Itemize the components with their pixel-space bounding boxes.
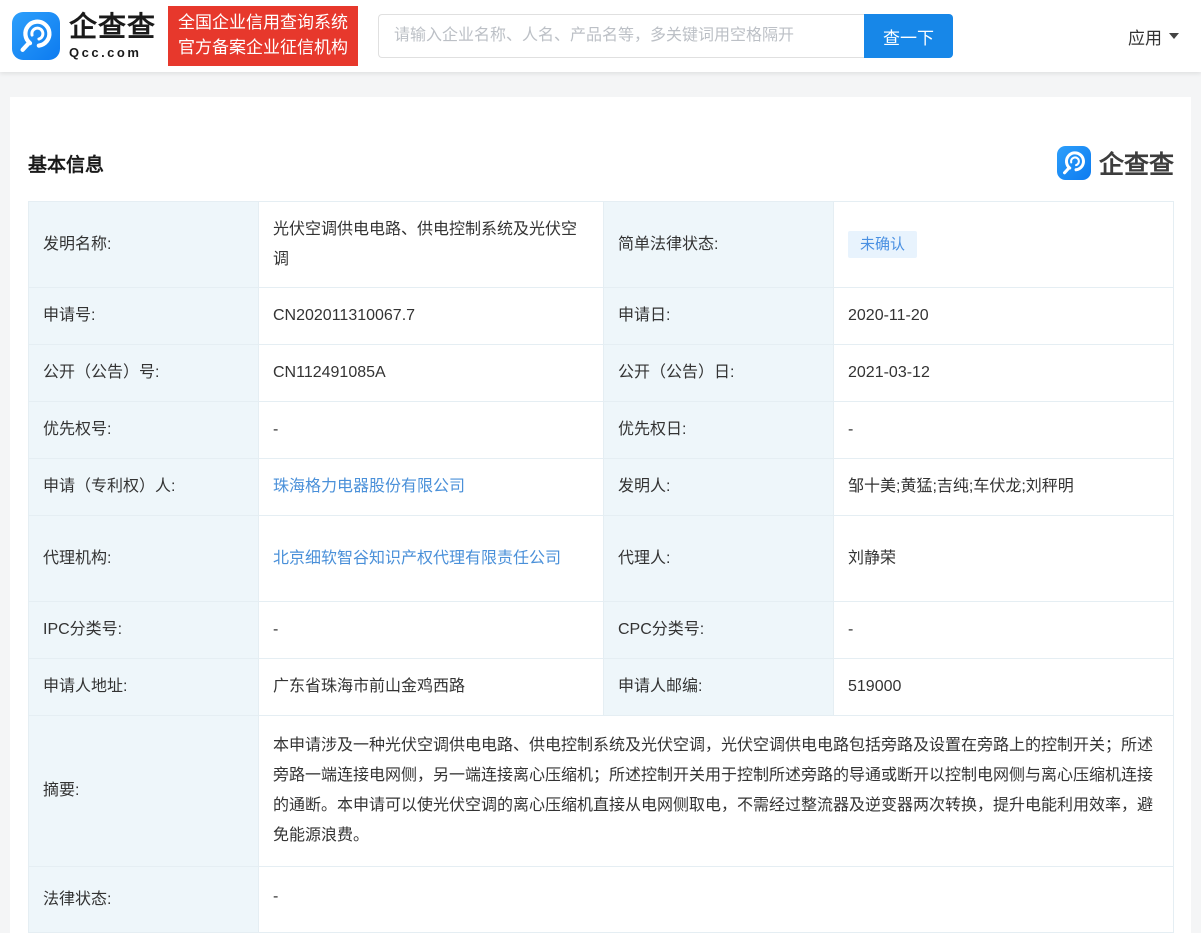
row-legal-status: 法律状态: -: [29, 867, 1174, 933]
brand-domain: Qcc.com: [69, 45, 156, 60]
row-priority: 优先权号: - 优先权日: -: [29, 402, 1174, 459]
field-value-inventors: 邹十美;黄猛;吉纯;车伏龙;刘秤明: [834, 459, 1174, 516]
status-badge: 未确认: [848, 231, 917, 258]
field-label-application-date: 申请日:: [604, 288, 834, 345]
search-button[interactable]: 查一下: [864, 14, 953, 58]
row-invention-name: 发明名称: 光伏空调供电电路、供电控制系统及光伏空调 简单法律状态: 未确认: [29, 202, 1174, 288]
field-value-agent: 刘静荣: [834, 516, 1174, 602]
apps-menu-label: 应用: [1128, 24, 1162, 49]
search-bar: 查一下: [378, 14, 953, 58]
field-value-zipcode: 519000: [834, 659, 1174, 716]
field-value-publication-date: 2021-03-12: [834, 345, 1174, 402]
field-value-address: 广东省珠海市前山金鸡西路: [259, 659, 604, 716]
field-label-agent: 代理人:: [604, 516, 834, 602]
row-abstract: 摘要: 本申请涉及一种光伏空调供电电路、供电控制系统及光伏空调，光伏空调供电电路…: [29, 716, 1174, 867]
field-label-cpc: CPC分类号:: [604, 602, 834, 659]
field-label-applicant: 申请（专利权）人:: [29, 459, 259, 516]
chevron-down-icon: [1169, 33, 1179, 39]
field-label-address: 申请人地址:: [29, 659, 259, 716]
field-label-simple-legal-status: 简单法律状态:: [604, 202, 834, 288]
field-label-application-no: 申请号:: [29, 288, 259, 345]
top-header: 企查查 Qcc.com 全国企业信用查询系统 官方备案企业征信机构 查一下 应用: [0, 0, 1201, 72]
field-label-invention-name: 发明名称:: [29, 202, 259, 288]
agency-link[interactable]: 北京细软智谷知识产权代理有限责任公司: [273, 544, 561, 574]
field-label-publication-date: 公开（公告）日:: [604, 345, 834, 402]
field-label-abstract: 摘要:: [29, 716, 259, 867]
row-publication: 公开（公告）号: CN112491085A 公开（公告）日: 2021-03-1…: [29, 345, 1174, 402]
field-value-priority-date: -: [834, 402, 1174, 459]
field-label-legal-status: 法律状态:: [29, 867, 259, 933]
row-address: 申请人地址: 广东省珠海市前山金鸡西路 申请人邮编: 519000: [29, 659, 1174, 716]
certification-badge: 全国企业信用查询系统 官方备案企业征信机构: [168, 6, 358, 65]
qcc-watermark-text: 企查查: [1099, 145, 1174, 181]
field-value-invention-name: 光伏空调供电电路、供电控制系统及光伏空调: [259, 202, 604, 288]
field-value-publication-no: CN112491085A: [259, 345, 604, 402]
basic-info-card: 基本信息 企查查 发明名称: 光伏空调供电电路、供电控制系统及光伏空调 简单法律…: [10, 97, 1191, 933]
section-head: 基本信息 企查查: [28, 97, 1174, 201]
row-classification: IPC分类号: - CPC分类号: -: [29, 602, 1174, 659]
qcc-watermark-icon: [1057, 146, 1091, 180]
field-value-cpc: -: [834, 602, 1174, 659]
patent-info-table: 发明名称: 光伏空调供电电路、供电控制系统及光伏空调 简单法律状态: 未确认 申…: [28, 201, 1174, 933]
field-value-application-no: CN202011310067.7: [259, 288, 604, 345]
field-label-priority-no: 优先权号:: [29, 402, 259, 459]
row-agency: 代理机构: 北京细软智谷知识产权代理有限责任公司 代理人: 刘静荣: [29, 516, 1174, 602]
field-value-simple-legal-status: 未确认: [834, 202, 1174, 288]
field-value-legal-status: -: [259, 867, 1174, 933]
field-label-priority-date: 优先权日:: [604, 402, 834, 459]
field-label-zipcode: 申请人邮编:: [604, 659, 834, 716]
qcc-watermark: 企查查: [1057, 145, 1174, 181]
field-value-application-date: 2020-11-20: [834, 288, 1174, 345]
row-applicant: 申请（专利权）人: 珠海格力电器股份有限公司 发明人: 邹十美;黄猛;吉纯;车伏…: [29, 459, 1174, 516]
field-value-abstract: 本申请涉及一种光伏空调供电电路、供电控制系统及光伏空调，光伏空调供电电路包括旁路…: [259, 716, 1174, 867]
page-background-band: [0, 72, 1201, 97]
field-value-agency: 北京细软智谷知识产权代理有限责任公司: [259, 516, 604, 602]
brand-text: 企查查 Qcc.com: [69, 12, 156, 59]
field-value-priority-no: -: [259, 402, 604, 459]
field-label-agency: 代理机构:: [29, 516, 259, 602]
certification-line2: 官方备案企业征信机构: [178, 36, 348, 61]
field-label-ipc: IPC分类号:: [29, 602, 259, 659]
section-title: 基本信息: [28, 150, 104, 177]
field-label-inventors: 发明人:: [604, 459, 834, 516]
field-value-ipc: -: [259, 602, 604, 659]
qcc-logo-icon: [12, 12, 60, 60]
field-label-publication-no: 公开（公告）号:: [29, 345, 259, 402]
search-input[interactable]: [378, 14, 864, 58]
certification-line1: 全国企业信用查询系统: [178, 11, 348, 36]
brand-name: 企查查: [69, 12, 156, 41]
apps-menu[interactable]: 应用: [1126, 18, 1181, 55]
field-value-applicant: 珠海格力电器股份有限公司: [259, 459, 604, 516]
qcc-logo[interactable]: 企查查 Qcc.com: [12, 12, 156, 60]
applicant-link[interactable]: 珠海格力电器股份有限公司: [273, 472, 465, 502]
row-application: 申请号: CN202011310067.7 申请日: 2020-11-20: [29, 288, 1174, 345]
